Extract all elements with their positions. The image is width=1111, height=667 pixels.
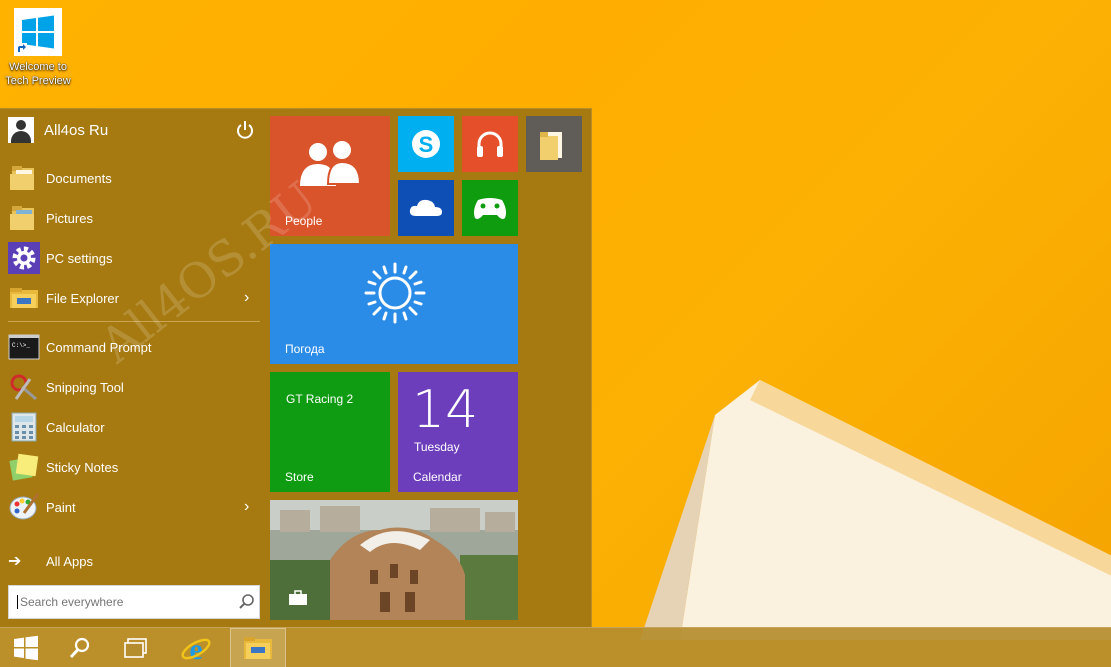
tile-music[interactable]: [462, 116, 518, 172]
documents-folder-icon: [8, 162, 40, 194]
user-account[interactable]: All4os Ru: [8, 117, 258, 143]
tile-skype[interactable]: S: [398, 116, 454, 172]
headphones-icon: [477, 131, 503, 157]
tile-store[interactable]: GT Racing 2 Store: [270, 372, 390, 492]
shortcut-arrow-icon: [15, 43, 27, 55]
store-featured-app: GT Racing 2: [286, 392, 354, 406]
menu-item-snipping-tool[interactable]: Snipping Tool: [0, 367, 266, 407]
file-explorer-icon: [8, 282, 40, 314]
file-explorer-button[interactable]: [230, 628, 286, 667]
briefcase-icon: [289, 590, 307, 605]
desktop-icon-welcome[interactable]: Welcome to Tech Preview: [2, 8, 74, 88]
calendar-weekday: Tuesday: [414, 440, 460, 454]
taskbar: e: [0, 627, 1111, 667]
svg-text:S: S: [419, 132, 434, 157]
calendar-day-number: 14: [412, 380, 479, 440]
windows-start-icon: [14, 635, 38, 661]
menu-item-sticky-notes[interactable]: Sticky Notes: [0, 447, 266, 487]
paint-icon: [8, 491, 40, 523]
menu-item-documents[interactable]: Documents: [0, 158, 266, 198]
chevron-right-icon[interactable]: ›: [244, 290, 254, 306]
windows-logo-icon: [14, 8, 62, 56]
tile-file-explorer[interactable]: [526, 116, 582, 172]
tile-label: Calendar: [413, 470, 462, 484]
snipping-tool-icon: [8, 371, 40, 403]
search-icon[interactable]: [235, 590, 259, 614]
tile-weather[interactable]: Погода: [270, 244, 518, 364]
search-button[interactable]: [56, 628, 104, 667]
tile-onedrive[interactable]: [398, 180, 454, 236]
chevron-right-icon[interactable]: ›: [244, 499, 254, 515]
people-icon: [300, 141, 362, 186]
start-menu-left-pane: All4os Ru Documents Pictures PC settings…: [0, 109, 266, 628]
user-avatar-icon: [8, 117, 34, 143]
menu-item-paint[interactable]: Paint ›: [0, 487, 266, 527]
search-input[interactable]: [17, 595, 235, 609]
svg-text:C:\>_: C:\>_: [12, 342, 30, 349]
pictures-folder-icon: [8, 202, 40, 234]
power-icon: [237, 121, 253, 139]
task-view-icon: [124, 638, 147, 658]
task-view-button[interactable]: [112, 628, 160, 667]
desktop-icon-label: Welcome to Tech Preview: [5, 61, 71, 87]
sticky-notes-icon: [8, 451, 40, 483]
tile-calendar[interactable]: 14 Tuesday Calendar: [398, 372, 518, 492]
arrow-right-icon: ➔: [8, 553, 22, 570]
menu-item-calculator[interactable]: Calculator: [0, 407, 266, 447]
tile-xbox[interactable]: [462, 180, 518, 236]
gear-icon: [8, 242, 40, 274]
internet-explorer-icon: e: [181, 633, 211, 664]
search-box[interactable]: [8, 585, 260, 619]
folder-icon: [540, 132, 562, 160]
tile-label: Store: [285, 470, 314, 484]
tile-photos[interactable]: [270, 500, 518, 620]
cloud-icon: [409, 199, 442, 216]
power-button[interactable]: [234, 119, 256, 141]
wallpaper-shape: [640, 380, 1111, 640]
game-controller-icon: [474, 198, 506, 219]
file-explorer-icon: [244, 637, 272, 659]
svg-text:e: e: [189, 633, 202, 664]
internet-explorer-button[interactable]: e: [172, 628, 220, 667]
command-prompt-icon: C:\>_: [8, 331, 40, 363]
skype-icon: S: [412, 130, 440, 158]
sun-icon: [364, 262, 426, 324]
search-icon: [69, 637, 90, 659]
start-button[interactable]: [2, 628, 50, 667]
calculator-icon: [8, 411, 40, 443]
tile-label: Погода: [285, 342, 325, 356]
user-name: All4os Ru: [44, 121, 109, 139]
all-apps-button[interactable]: ➔ All Apps: [8, 549, 93, 573]
